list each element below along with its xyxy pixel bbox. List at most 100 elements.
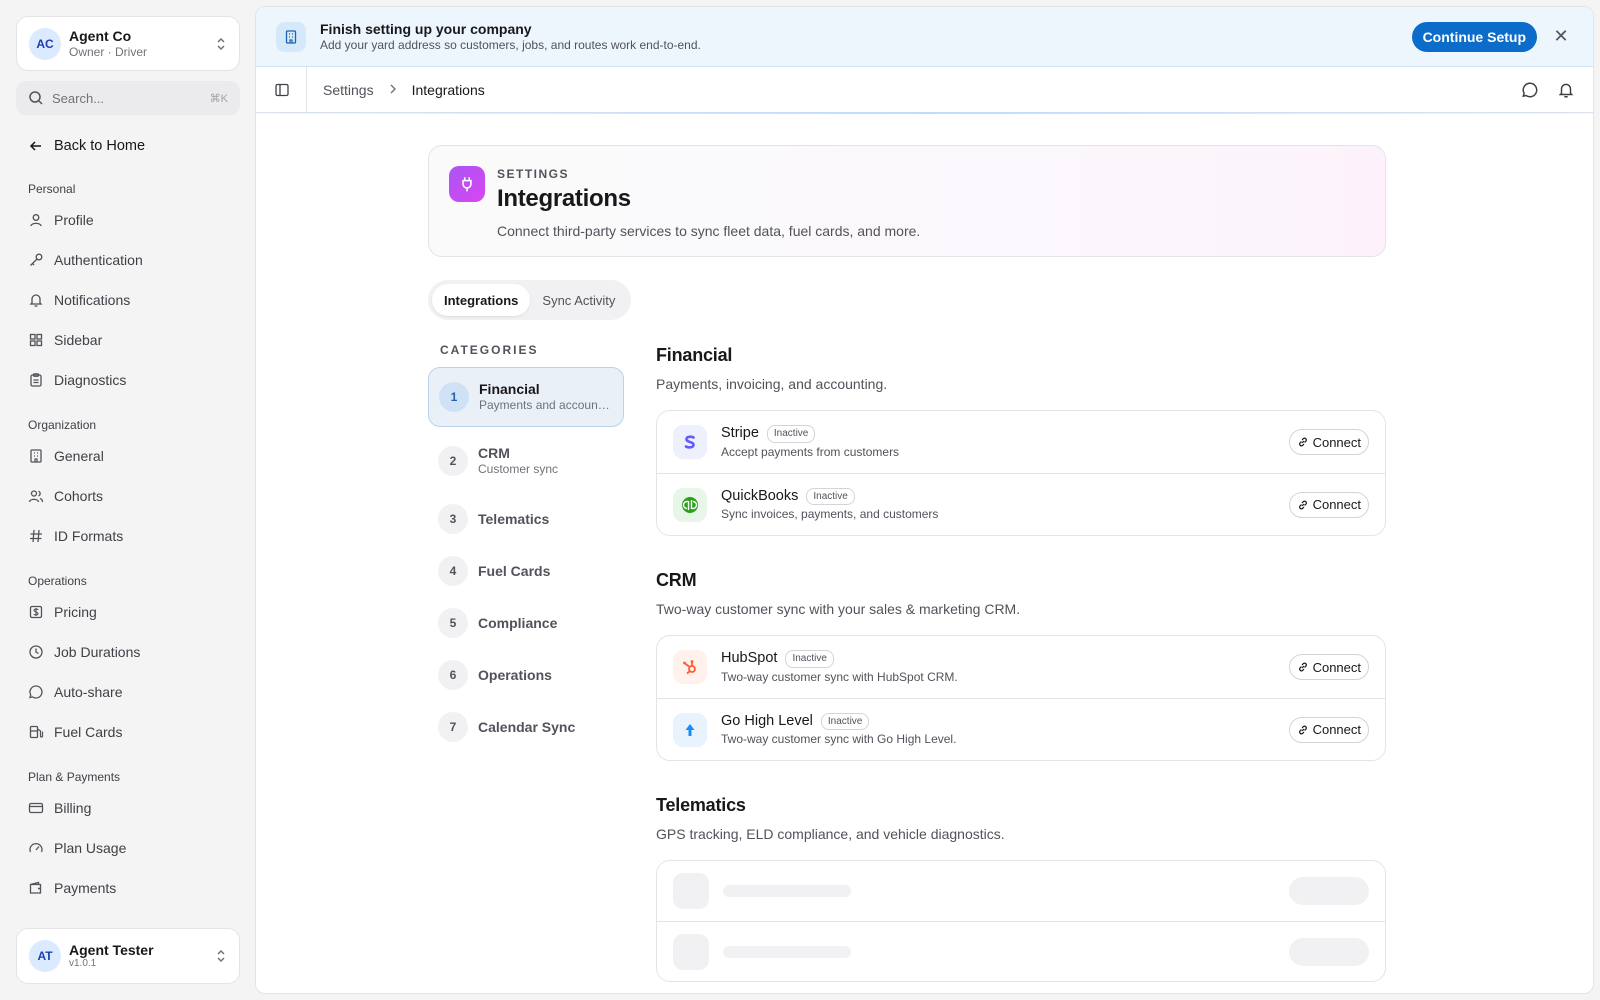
sidebar-toggle-icon[interactable] bbox=[274, 82, 290, 98]
category-number: 2 bbox=[438, 446, 468, 476]
category-fuel-cards[interactable]: 4 Fuel Cards bbox=[428, 547, 624, 595]
category-operations[interactable]: 6 Operations bbox=[428, 651, 624, 699]
search-icon bbox=[29, 91, 43, 105]
skeleton-logo bbox=[673, 873, 709, 909]
skeleton-button bbox=[1289, 877, 1369, 905]
hubspot-logo-icon bbox=[673, 650, 707, 684]
top-actions bbox=[1521, 81, 1575, 99]
search-input[interactable]: Search... ⌘K bbox=[16, 81, 240, 115]
user-switcher[interactable]: AT Agent Tester v1.0.1 bbox=[16, 928, 240, 984]
integration-sections: Financial Payments, invoicing, and accou… bbox=[656, 345, 1386, 993]
setup-banner: Finish setting up your company Add your … bbox=[256, 7, 1593, 67]
sidebar-item-label: Billing bbox=[54, 800, 92, 816]
chevrons-up-down-icon bbox=[215, 948, 227, 964]
org-switcher[interactable]: AC Agent Co Owner · Driver bbox=[16, 16, 240, 71]
skeleton-line bbox=[723, 885, 851, 897]
breadcrumb-settings[interactable]: Settings bbox=[323, 82, 374, 98]
bell-icon[interactable] bbox=[1557, 81, 1575, 99]
continue-setup-button[interactable]: Continue Setup bbox=[1411, 21, 1537, 52]
org-name: Agent Co bbox=[69, 27, 132, 44]
category-calendar-sync[interactable]: 7 Calendar Sync bbox=[428, 703, 624, 751]
connect-gohighlevel-button[interactable]: Connect bbox=[1288, 716, 1369, 743]
category-compliance[interactable]: 5 Compliance bbox=[428, 599, 624, 647]
close-icon[interactable]: ✕ bbox=[1549, 26, 1573, 47]
sidebar-item-auto-share[interactable]: Auto-share bbox=[16, 672, 240, 712]
connect-quickbooks-button[interactable]: Connect bbox=[1288, 491, 1369, 518]
sidebar-item-notifications[interactable]: Notifications bbox=[16, 280, 240, 320]
connect-hubspot-button[interactable]: Connect bbox=[1288, 654, 1369, 680]
chat-icon[interactable] bbox=[1521, 81, 1539, 99]
building-icon bbox=[276, 21, 306, 52]
tab-sync-activity[interactable]: Sync Activity bbox=[530, 284, 627, 316]
sidebar-item-id-formats[interactable]: ID Formats bbox=[16, 516, 240, 556]
category-financial[interactable]: 1 Financial Payments and accounting bbox=[428, 367, 624, 427]
sidebar-item-profile[interactable]: Profile bbox=[16, 200, 240, 240]
link-icon bbox=[1298, 725, 1307, 734]
sidebar-item-plan-usage[interactable]: Plan Usage bbox=[16, 828, 240, 868]
sidebar-item-sidebar[interactable]: Sidebar bbox=[16, 320, 240, 360]
integration-row-quickbooks: QuickBooks Inactive Sync invoices, paymen… bbox=[657, 473, 1385, 535]
bell-icon bbox=[29, 294, 43, 307]
skeleton-button bbox=[1289, 937, 1369, 966]
sidebar-item-label: General bbox=[54, 448, 104, 464]
integration-name-line: HubSpot Inactive bbox=[721, 649, 958, 669]
integration-name-line: QuickBooks Inactive bbox=[721, 487, 938, 507]
banner-subtitle: Add your yard address so customers, jobs… bbox=[320, 37, 701, 52]
back-to-home-link[interactable]: Back to Home bbox=[16, 128, 240, 164]
user-name: Agent Tester bbox=[69, 941, 154, 958]
category-name: Operations bbox=[478, 666, 552, 683]
sidebar-item-authentication[interactable]: Authentication bbox=[16, 240, 240, 280]
integration-name: Stripe bbox=[721, 425, 759, 442]
sidebar-item-label: Pricing bbox=[54, 604, 97, 620]
status-badge: Inactive bbox=[766, 425, 816, 443]
page-eyebrow: SETTINGS bbox=[497, 167, 570, 181]
banner-title: Finish setting up your company bbox=[320, 20, 532, 37]
sidebar-item-cohorts[interactable]: Cohorts bbox=[16, 476, 240, 516]
category-text: Financial Payments and accounting bbox=[479, 380, 613, 414]
credit-card-icon bbox=[28, 802, 44, 814]
category-name: Compliance bbox=[478, 614, 558, 631]
section-description: GPS tracking, ELD compliance, and vehicl… bbox=[656, 826, 1005, 842]
banner-text: Finish setting up your company Add your … bbox=[320, 20, 701, 54]
user-info: Agent Tester v1.0.1 bbox=[69, 942, 215, 971]
users-icon bbox=[28, 490, 44, 503]
category-number: 6 bbox=[438, 660, 468, 690]
integration-text: Stripe Inactive Accept payments from cust… bbox=[721, 424, 899, 460]
tab-integrations[interactable]: Integrations bbox=[432, 284, 531, 316]
sidebar-item-general[interactable]: General bbox=[16, 436, 240, 476]
topbar: Settings Integrations bbox=[256, 66, 1593, 114]
sidebar-item-payments[interactable]: Payments bbox=[16, 868, 240, 908]
section-telematics: Telematics GPS tracking, ELD compliance,… bbox=[656, 795, 1386, 982]
category-crm[interactable]: 2 CRM Customer sync bbox=[428, 431, 624, 491]
category-number: 4 bbox=[438, 556, 468, 586]
sidebar-item-diagnostics[interactable]: Diagnostics bbox=[16, 360, 240, 400]
page-header-text: SETTINGS Integrations Connect third-part… bbox=[497, 166, 921, 239]
status-badge: Inactive bbox=[785, 650, 834, 668]
category-name: Financial bbox=[479, 381, 540, 398]
category-telematics[interactable]: 3 Telematics bbox=[428, 495, 624, 543]
section-title: CRM bbox=[656, 570, 697, 590]
sidebar-item-job-durations[interactable]: Job Durations bbox=[16, 632, 240, 672]
connect-label: Connect bbox=[1312, 722, 1361, 737]
sidebar: AC Agent Co Owner · Driver Search... ⌘K … bbox=[0, 0, 255, 1000]
integration-row-stripe: Stripe Inactive Accept payments from cust… bbox=[657, 411, 1385, 473]
status-badge: Inactive bbox=[820, 712, 870, 731]
sidebar-item-billing[interactable]: Billing bbox=[16, 788, 240, 828]
integration-description: Accept payments from customers bbox=[721, 444, 900, 459]
connect-stripe-button[interactable]: Connect bbox=[1288, 429, 1369, 455]
gauge-icon bbox=[29, 842, 43, 853]
page-description: Connect third-party services to sync fle… bbox=[497, 223, 921, 239]
category-text: Calendar Sync bbox=[478, 718, 575, 736]
divider bbox=[306, 66, 307, 113]
quickbooks-logo-icon bbox=[673, 487, 707, 522]
section-description: Two-way customer sync with your sales & … bbox=[656, 601, 1021, 617]
nav-section-personal: Personal bbox=[28, 182, 76, 196]
search-placeholder: Search... bbox=[52, 90, 105, 106]
sidebar-item-pricing[interactable]: Pricing bbox=[16, 592, 240, 632]
plug-icon bbox=[449, 166, 485, 202]
sidebar-item-label: Sidebar bbox=[54, 332, 103, 348]
sidebar-item-fuel-cards[interactable]: Fuel Cards bbox=[16, 712, 240, 752]
category-name: Calendar Sync bbox=[478, 718, 576, 735]
integrations-content: SETTINGS Integrations Connect third-part… bbox=[428, 145, 1386, 982]
nav-section-plan-payments: Plan & Payments bbox=[28, 770, 121, 784]
